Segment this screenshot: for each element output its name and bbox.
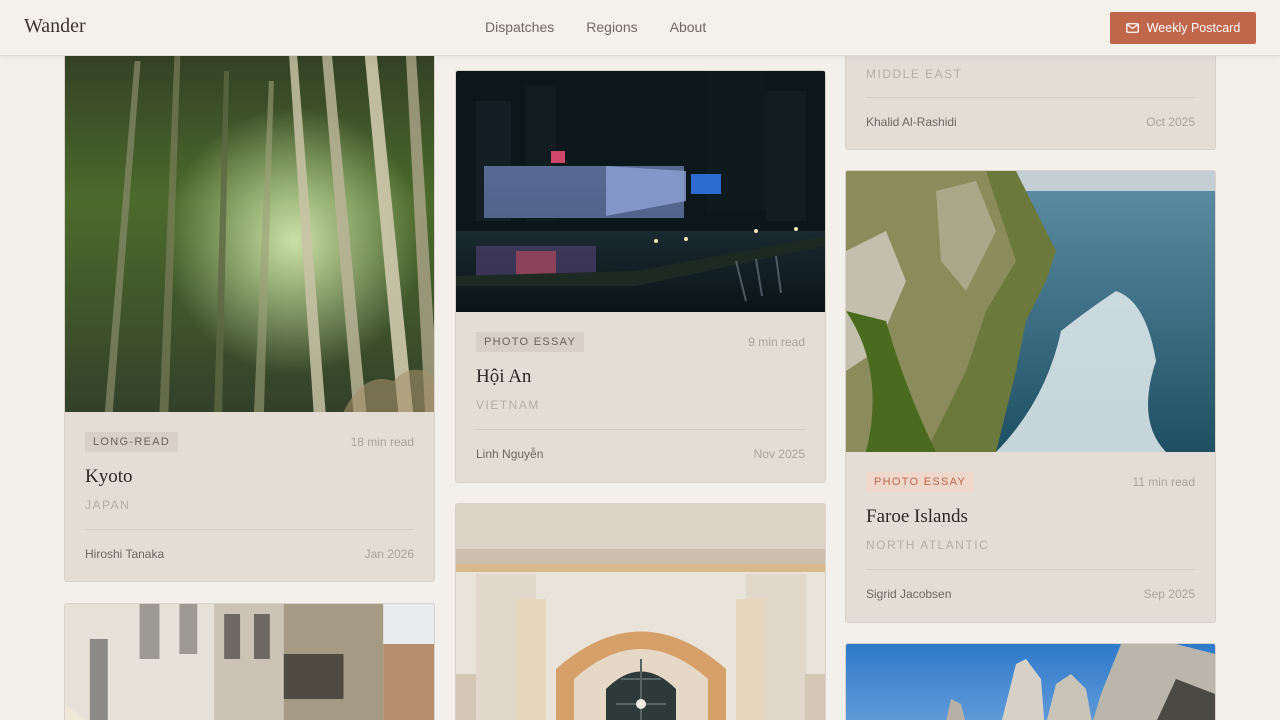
card-title[interactable]: Kyoto bbox=[85, 466, 133, 488]
read-time: 9 min read bbox=[748, 335, 805, 349]
night-river-photo bbox=[456, 71, 825, 312]
read-time: 18 min read bbox=[350, 435, 414, 449]
nav-dispatches[interactable]: Dispatches bbox=[485, 19, 554, 35]
card-title[interactable]: Faroe Islands bbox=[866, 506, 968, 528]
nav-regions[interactable]: Regions bbox=[586, 19, 637, 35]
card-region: VIETNAM bbox=[476, 398, 540, 412]
card-author: Linh Nguyễn bbox=[476, 447, 544, 461]
card-body: PHOTO ESSAY 11 min read Faroe Islands NO… bbox=[846, 452, 1215, 622]
card-region: MIDDLE EAST bbox=[866, 67, 963, 81]
story-card-kyoto[interactable]: LONG-READ 18 min read Kyoto JAPAN Hirosh… bbox=[64, 30, 435, 582]
divider bbox=[866, 569, 1195, 570]
card-date: Oct 2025 bbox=[1146, 115, 1195, 129]
story-card-hoi-an[interactable]: PHOTO ESSAY 9 min read Hội An VIETNAM Li… bbox=[455, 70, 826, 483]
card-author: Khalid Al-Rashidi bbox=[866, 115, 957, 129]
story-card-facade[interactable] bbox=[455, 503, 826, 720]
story-card-faroe-islands[interactable]: PHOTO ESSAY 11 min read Faroe Islands NO… bbox=[845, 170, 1216, 623]
weekly-postcard-button[interactable]: Weekly Postcard bbox=[1110, 12, 1256, 44]
card-title[interactable]: Hội An bbox=[476, 366, 531, 388]
main-nav: Dispatches Regions About bbox=[485, 19, 706, 35]
divider bbox=[85, 529, 414, 530]
category-tag: PHOTO ESSAY bbox=[476, 332, 585, 352]
weekly-postcard-label: Weekly Postcard bbox=[1146, 21, 1241, 35]
top-bar: Wander Dispatches Regions About Weekly P… bbox=[0, 0, 1280, 56]
category-tag: PHOTO ESSAY bbox=[866, 472, 975, 492]
card-date: Jan 2026 bbox=[364, 547, 414, 561]
card-author: Sigrid Jacobsen bbox=[866, 587, 952, 601]
bamboo-forest-photo bbox=[65, 31, 434, 412]
divider bbox=[866, 97, 1195, 98]
card-date: Sep 2025 bbox=[1143, 587, 1195, 601]
card-region: NORTH ATLANTIC bbox=[866, 538, 990, 552]
mountain-peaks-photo bbox=[846, 644, 1215, 720]
card-date: Nov 2025 bbox=[753, 447, 805, 461]
category-tag: LONG-READ bbox=[85, 432, 179, 452]
story-card-mountains[interactable] bbox=[845, 643, 1216, 720]
card-body: PHOTO ESSAY 9 min read Hội An VIETNAM Li… bbox=[456, 312, 825, 482]
card-body: LONG-READ 18 min read Kyoto JAPAN Hirosh… bbox=[65, 412, 434, 581]
street-photo bbox=[65, 604, 434, 720]
brand-logo[interactable]: Wander bbox=[24, 15, 86, 38]
read-time: 11 min read bbox=[1132, 475, 1195, 489]
coastal-cliff-photo bbox=[846, 171, 1215, 452]
card-author: Hiroshi Tanaka bbox=[85, 547, 165, 561]
divider bbox=[476, 429, 805, 430]
mail-icon bbox=[1125, 23, 1139, 33]
story-card-street[interactable] bbox=[64, 603, 435, 720]
nav-about[interactable]: About bbox=[670, 19, 707, 35]
card-region: JAPAN bbox=[85, 498, 131, 512]
ornate-facade-photo bbox=[456, 504, 825, 720]
